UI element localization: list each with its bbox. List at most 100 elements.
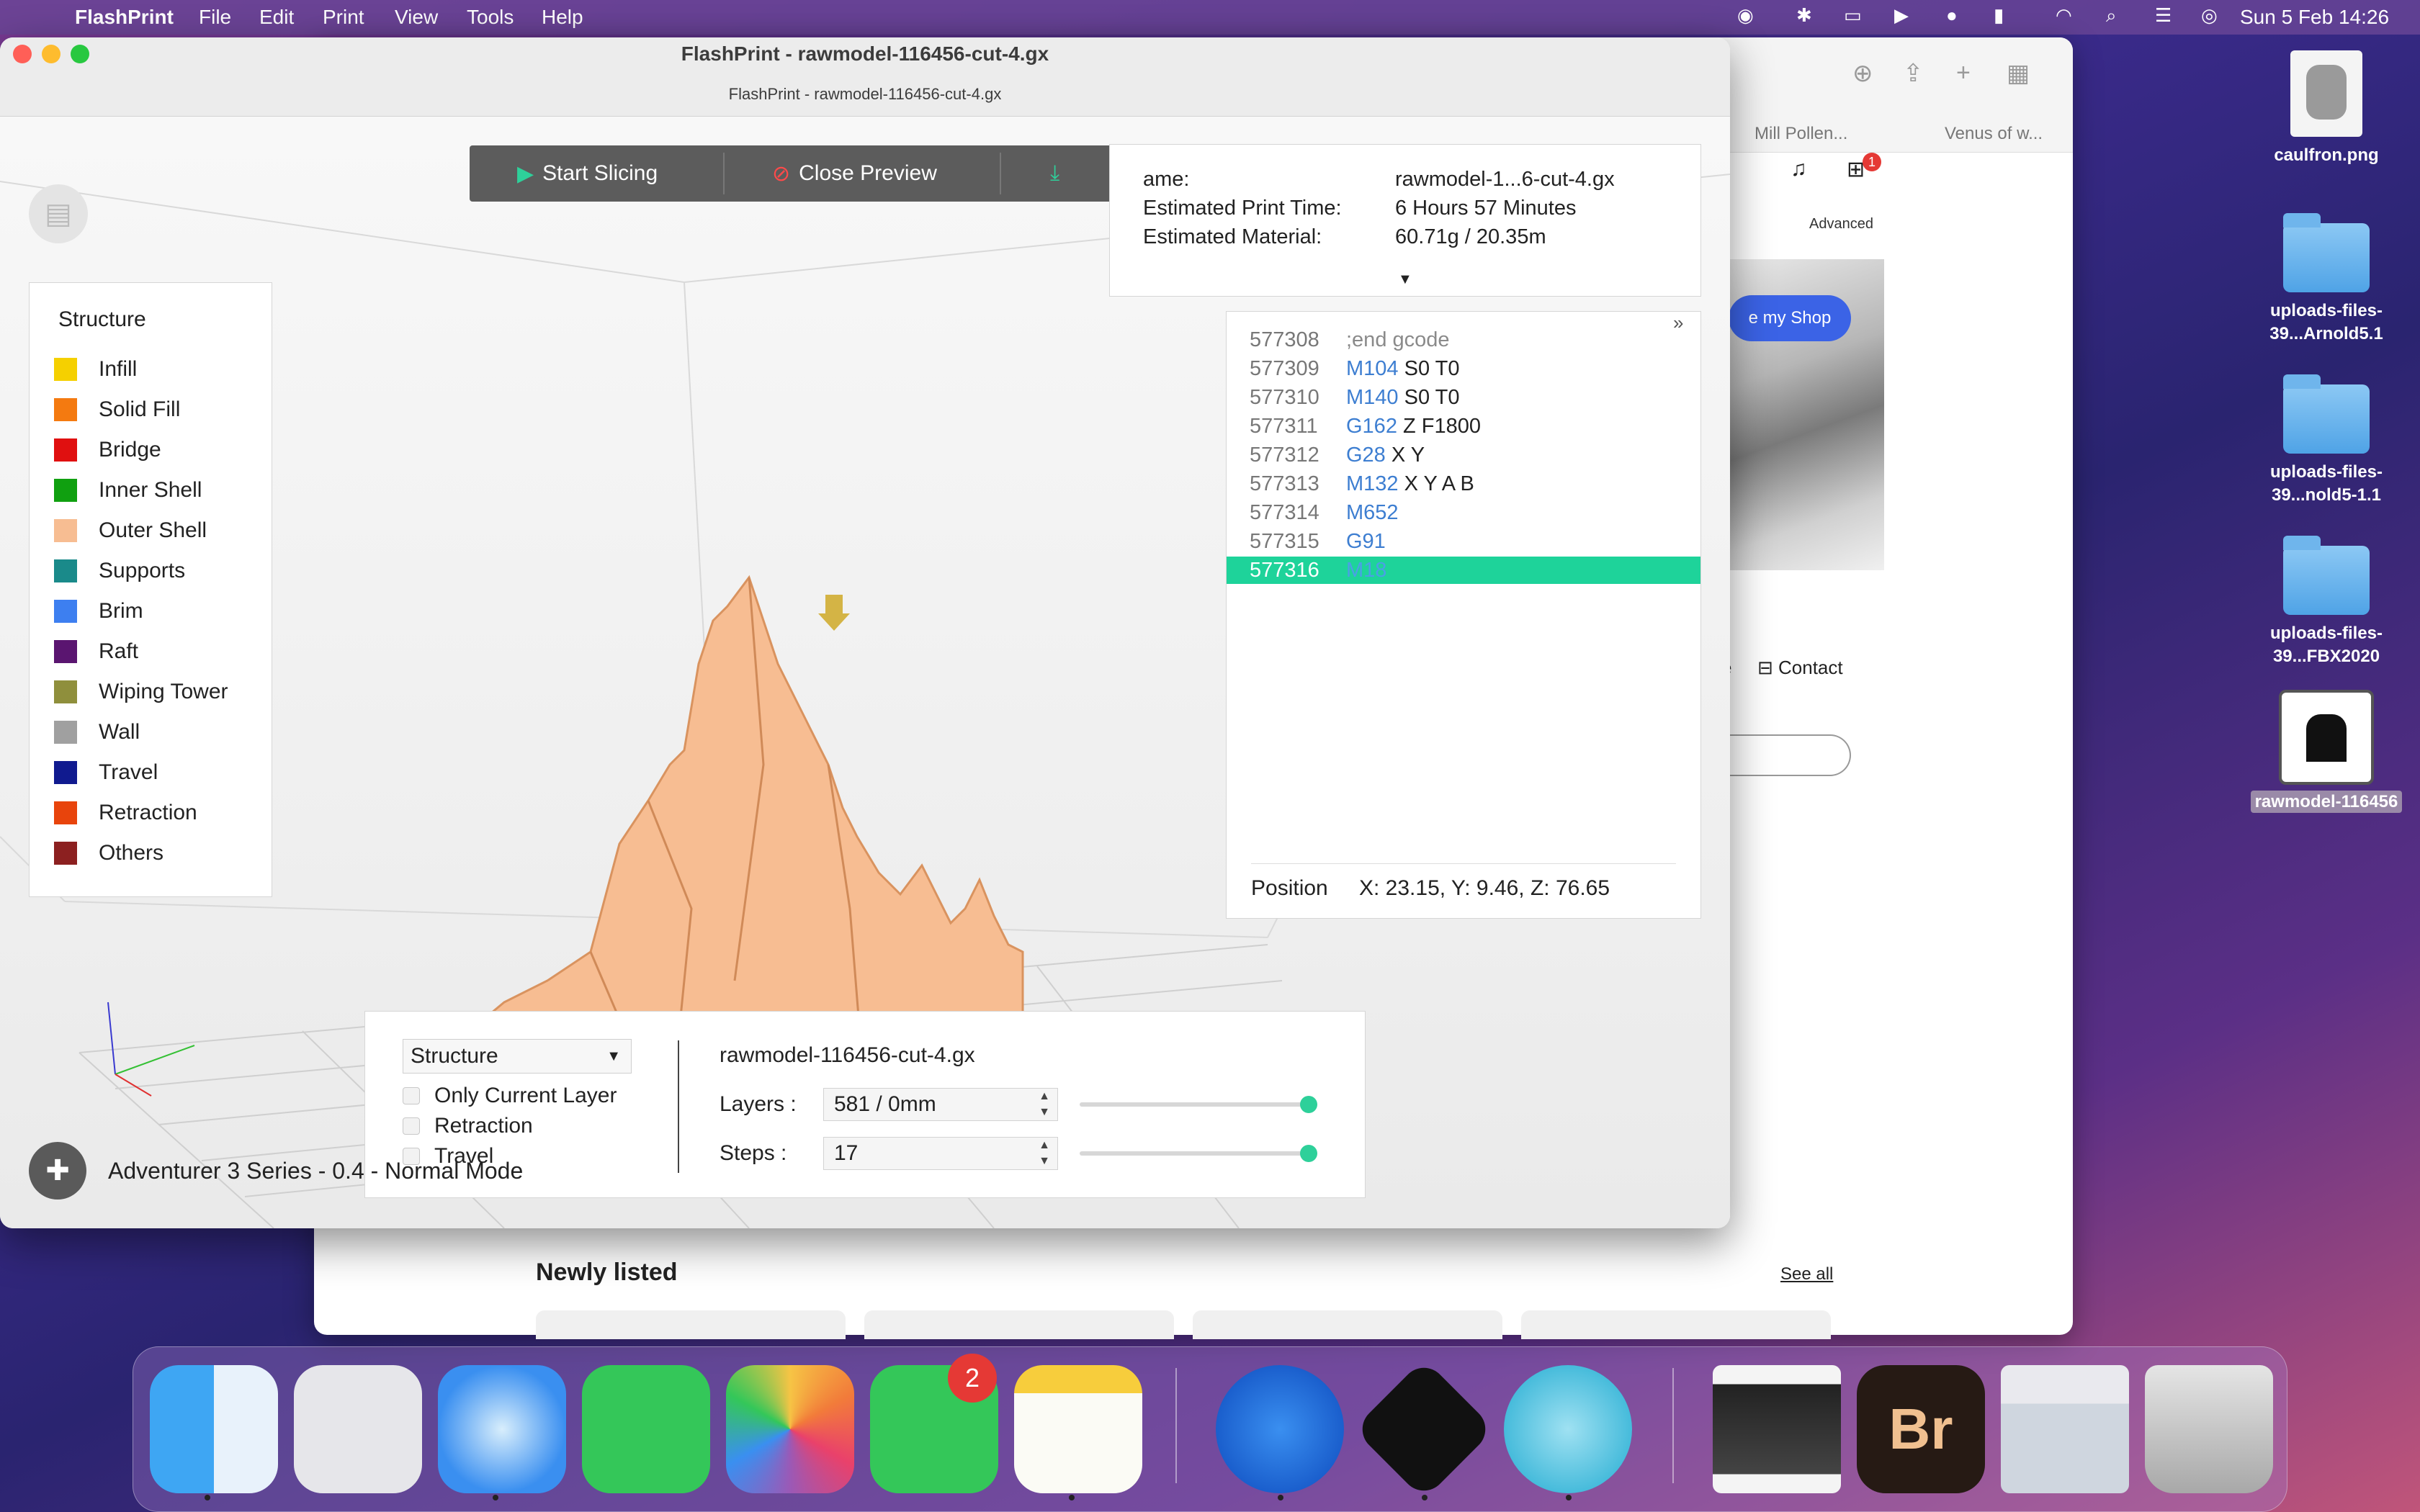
machine-type-button[interactable]: ✚ xyxy=(29,1142,86,1200)
menu-print[interactable]: Print xyxy=(323,6,364,29)
battery-icon[interactable]: ▮ xyxy=(1994,4,2004,27)
listing-card[interactable] xyxy=(864,1310,1174,1339)
gcode-command: M18 xyxy=(1346,559,1387,582)
see-all-link[interactable]: See all xyxy=(1780,1264,1833,1284)
gcode-line[interactable]: 577309 M104 S0 T0 xyxy=(1227,355,1700,382)
gcode-line[interactable]: 577313 M132 X Y A B xyxy=(1227,470,1700,498)
layers-value: 581 / 0mm xyxy=(834,1092,936,1116)
gcode-command: G91 xyxy=(1346,530,1386,553)
export-download-button[interactable]: ⤓ xyxy=(1050,145,1059,202)
wifi-icon[interactable]: ◠ xyxy=(2056,4,2072,27)
menu-file[interactable]: File xyxy=(199,6,231,29)
siri-icon[interactable]: ◎ xyxy=(2201,4,2218,27)
collapse-arrow-icon[interactable]: ▼ xyxy=(1398,271,1412,288)
window-thumbnail-icon[interactable] xyxy=(2001,1365,2129,1493)
legend-swatch xyxy=(54,398,77,421)
menu-help[interactable]: Help xyxy=(542,6,583,29)
legend-swatch xyxy=(54,640,77,663)
screen-mirror-icon[interactable]: ▭ xyxy=(1844,4,1862,27)
spotlight-search-icon[interactable]: ⌕ xyxy=(2106,4,2117,27)
only-current-layer-checkbox[interactable]: Only Current Layer xyxy=(403,1084,617,1108)
finder-icon[interactable] xyxy=(150,1365,278,1493)
gcode-line-number: 577311 xyxy=(1250,415,1318,438)
gcode-comment: ;end gcode xyxy=(1346,328,1450,351)
document-icon[interactable]: ▤ xyxy=(29,184,88,243)
advanced-link[interactable]: Advanced xyxy=(1809,216,1873,233)
folder-icon xyxy=(2283,536,2370,615)
print-info-panel: ame: rawmodel-1...6-cut-4.gx Estimated P… xyxy=(1109,144,1701,297)
silhouette-studio-icon[interactable] xyxy=(1504,1365,1632,1493)
photos-icon[interactable] xyxy=(726,1365,854,1493)
gcode-line[interactable]: 577310 M140 S0 T0 xyxy=(1227,384,1700,411)
menubar-clock[interactable]: Sun 5 Feb 14:26 xyxy=(2240,6,2389,29)
desktop-folder-arnold51[interactable]: uploads-files-39...Arnold5.1 xyxy=(2233,213,2420,346)
legend-item-label: Others xyxy=(99,841,164,865)
contact-link[interactable]: ⊟ Contact xyxy=(1757,657,1843,679)
gcode-line-number: 577308 xyxy=(1250,328,1319,351)
gcode-line-selected[interactable]: 577316 M18 xyxy=(1227,557,1700,584)
desktop-icon-label: uploads-files-39...nold5-1.1 xyxy=(2269,462,2383,505)
gcode-line[interactable]: 577311 G162 Z F1800 xyxy=(1227,413,1700,440)
layers-slider[interactable] xyxy=(1080,1096,1317,1113)
folder-icon xyxy=(2283,374,2370,454)
notifications-bell-icon[interactable]: ♫ xyxy=(1791,157,1807,181)
desktop-folder-fbx2020[interactable]: uploads-files-39...FBX2020 xyxy=(2233,536,2420,668)
flashprint-app-icon[interactable] xyxy=(1216,1365,1344,1493)
steps-slider-handle[interactable] xyxy=(1300,1145,1317,1162)
adobe-bridge-icon[interactable]: Br xyxy=(1857,1365,1985,1493)
listing-card[interactable] xyxy=(1521,1310,1831,1339)
gcode-line[interactable]: 577308 ;end gcode xyxy=(1227,326,1700,354)
stepper-arrows-icon[interactable]: ▲ ▼ xyxy=(1039,1138,1050,1169)
menu-app-name[interactable]: FlashPrint xyxy=(75,6,174,29)
creative-cloud-icon[interactable]: ◉ xyxy=(1737,4,1754,27)
share-icon[interactable]: ⇪ xyxy=(1903,59,1924,88)
desktop-file-caulfron[interactable]: caulfron.png xyxy=(2247,50,2406,167)
menu-tools[interactable]: Tools xyxy=(467,6,514,29)
legend-item: Travel xyxy=(54,760,158,786)
control-center-icon[interactable]: ☰ xyxy=(2155,4,2172,27)
layers-slider-handle[interactable] xyxy=(1300,1096,1317,1113)
notes-icon[interactable] xyxy=(1014,1365,1142,1493)
trash-icon[interactable] xyxy=(2145,1365,2273,1493)
gcode-line-number: 577309 xyxy=(1250,357,1319,380)
browser-input-field[interactable] xyxy=(1729,734,1851,776)
image-preview-icon[interactable] xyxy=(1713,1365,1841,1493)
play-icon[interactable]: ▶ xyxy=(1894,4,1909,27)
my-shop-button[interactable]: e my Shop xyxy=(1729,295,1851,341)
gcode-line[interactable]: 577315 G91 xyxy=(1227,528,1700,555)
gcode-line[interactable]: 577312 G28 X Y xyxy=(1227,441,1700,469)
new-tab-icon[interactable]: + xyxy=(1956,59,1971,87)
bluetooth-icon[interactable]: ✱ xyxy=(1796,4,1812,27)
safari-icon[interactable] xyxy=(438,1365,566,1493)
legend-item: Infill xyxy=(54,356,137,382)
messages-icon[interactable] xyxy=(582,1365,710,1493)
dock-divider xyxy=(1672,1368,1674,1483)
layers-spinbox[interactable]: 581 / 0mm ▲ ▼ xyxy=(823,1088,1058,1121)
gcode-panel: » 577308 ;end gcode 577309 M104 S0 T0 577310… xyxy=(1226,311,1701,919)
tab-overview-icon[interactable]: ▦ xyxy=(2007,59,2030,88)
launchpad-icon[interactable] xyxy=(294,1365,422,1493)
menu-edit[interactable]: Edit xyxy=(259,6,294,29)
stepper-arrows-icon[interactable]: ▲ ▼ xyxy=(1039,1089,1050,1120)
start-slicing-button[interactable]: ▶ Start Slicing xyxy=(517,145,658,202)
steps-spinbox[interactable]: 17 ▲ ▼ xyxy=(823,1137,1058,1170)
tab-mill-pollen[interactable]: Mill Pollen... xyxy=(1754,117,1847,151)
legend-item: Others xyxy=(54,840,163,866)
user-icon[interactable]: ● xyxy=(1946,4,1958,27)
steps-slider[interactable] xyxy=(1080,1145,1317,1162)
legend-item-label: Travel xyxy=(99,760,158,784)
file-name-value: rawmodel-1...6-cut-4.gx xyxy=(1395,168,1615,191)
listing-card[interactable] xyxy=(1193,1310,1502,1339)
window-subtitle: FlashPrint - rawmodel-116456-cut-4.gx xyxy=(728,85,1002,103)
desktop-file-rawmodel[interactable]: rawmodel-116456 xyxy=(2241,690,2411,814)
gcode-command: M140 xyxy=(1346,386,1399,409)
tab-venus[interactable]: Venus of w... xyxy=(1945,117,2043,151)
downloads-icon[interactable]: ⊕ xyxy=(1852,59,1873,88)
menu-view[interactable]: View xyxy=(395,6,438,29)
view-mode-select[interactable]: Structure ▼ xyxy=(403,1039,632,1074)
retraction-checkbox[interactable]: Retraction xyxy=(403,1114,533,1138)
close-preview-button[interactable]: ⊘ Close Preview xyxy=(772,145,937,202)
listing-card[interactable] xyxy=(536,1310,846,1339)
gcode-line[interactable]: 577314 M652 xyxy=(1227,499,1700,526)
desktop-folder-nold5[interactable]: uploads-files-39...nold5-1.1 xyxy=(2233,374,2420,507)
